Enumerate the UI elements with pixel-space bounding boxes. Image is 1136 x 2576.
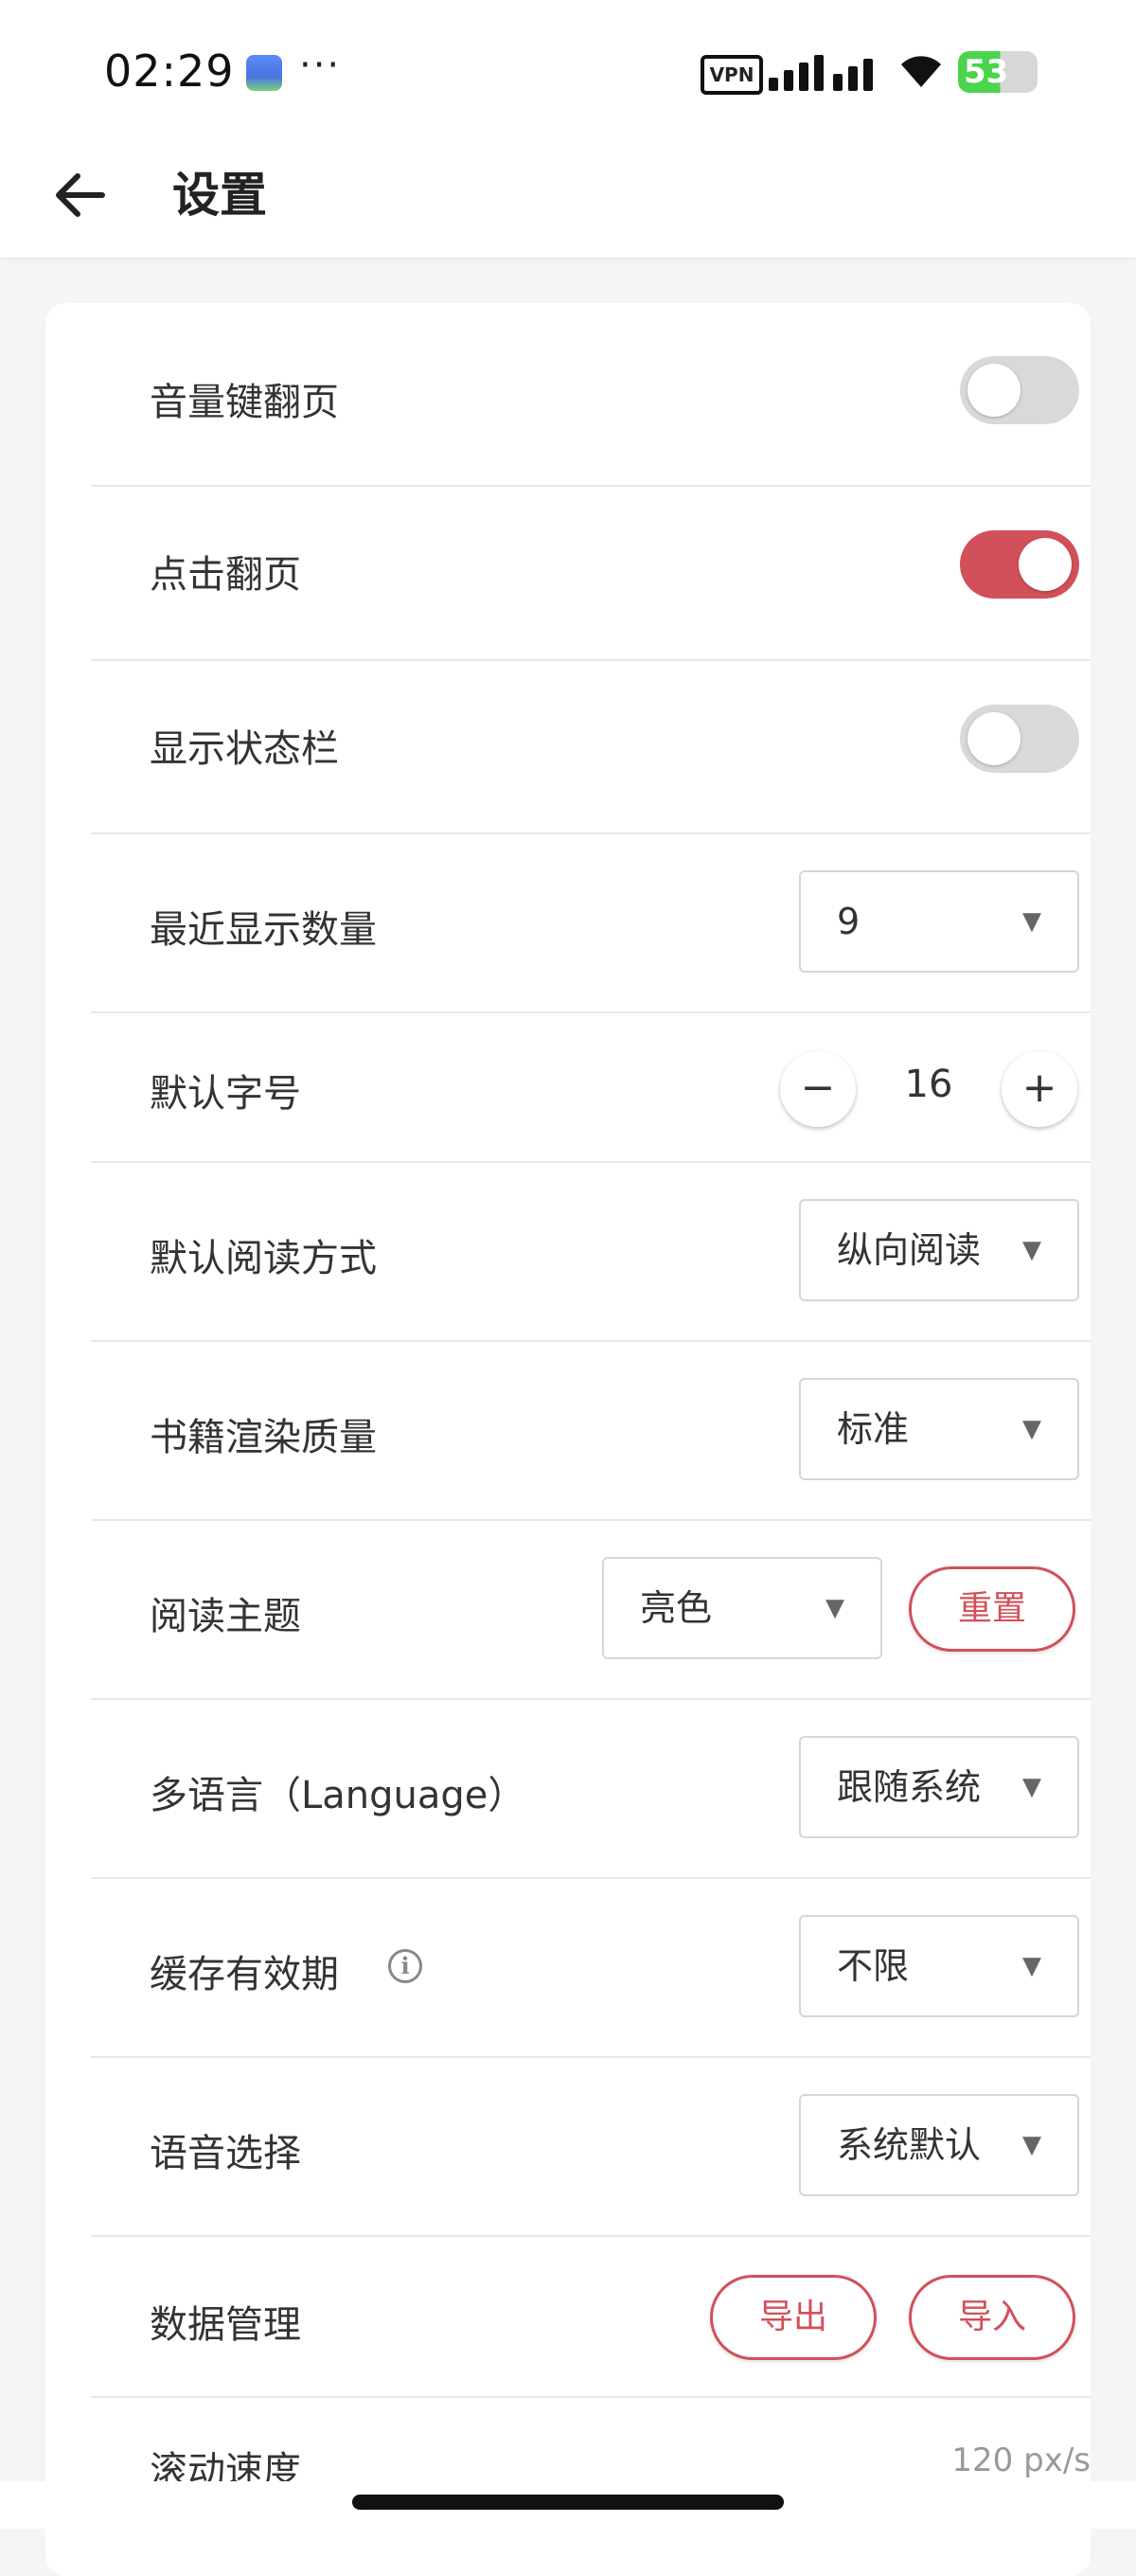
info-icon[interactable]: i [388, 1949, 422, 1983]
setting-row-data-management: 数据管理 导出 导入 [91, 2237, 1091, 2398]
triangle-down-icon: ▼ [825, 1594, 844, 1622]
font-size-value: 16 [904, 1063, 953, 1106]
setting-label: 默认阅读方式 [150, 1237, 377, 1280]
setting-label: 缓存有效期 [150, 1953, 339, 1996]
setting-row-cache-validity: 缓存有效期 i 不限 ▼ [91, 1879, 1091, 2058]
import-button[interactable]: 导入 [909, 2275, 1075, 2360]
setting-label: 阅读主题 [150, 1595, 301, 1638]
setting-row-status-bar: 显示状态栏 [91, 661, 1091, 834]
arrow-left-icon[interactable] [47, 161, 115, 229]
volume-key-toggle[interactable] [960, 356, 1079, 424]
triangle-down-icon: ▼ [1022, 1773, 1041, 1801]
decrease-font-button[interactable]: − [780, 1051, 856, 1127]
setting-label: 显示状态栏 [150, 727, 339, 771]
scroll-speed-value: 120 px/s [951, 2442, 1091, 2479]
cache-validity-select[interactable]: 不限 ▼ [799, 1915, 1079, 2017]
select-value: 9 [837, 901, 861, 942]
setting-row-reading-mode: 默认阅读方式 纵向阅读 ▼ [91, 1163, 1091, 1342]
reading-mode-select[interactable]: 纵向阅读 ▼ [799, 1199, 1079, 1301]
toggle-knob [967, 712, 1021, 765]
select-value: 亮色 [640, 1587, 713, 1629]
select-value: 标准 [837, 1408, 910, 1450]
status-bar-toggle[interactable] [960, 705, 1079, 773]
reset-theme-button[interactable]: 重置 [909, 1566, 1075, 1652]
triangle-down-icon: ▼ [1022, 1236, 1041, 1264]
setting-label: 多语言（Language） [150, 1774, 526, 1817]
status-bar: 02:29 ··· VPN 53 [0, 0, 1136, 142]
triangle-down-icon: ▼ [1022, 1952, 1041, 1980]
increase-font-button[interactable]: + [1002, 1051, 1077, 1127]
setting-row-language: 多语言（Language） 跟随系统 ▼ [91, 1700, 1091, 1879]
home-indicator[interactable] [352, 2495, 784, 2510]
triangle-down-icon: ▼ [1022, 2131, 1041, 2159]
setting-row-recent-count: 最近显示数量 9 ▼ [91, 834, 1091, 1013]
select-value: 纵向阅读 [837, 1229, 982, 1271]
setting-label: 默认字号 [150, 1072, 301, 1116]
select-value: 系统默认 [837, 2124, 982, 2166]
setting-label: 最近显示数量 [150, 908, 377, 952]
setting-row-volume-key: 音量键翻页 [91, 303, 1091, 487]
wifi-icon [901, 56, 941, 87]
setting-label: 数据管理 [150, 2303, 301, 2347]
select-value: 不限 [837, 1945, 910, 1987]
setting-row-reading-theme: 阅读主题 亮色 ▼ 重置 [91, 1521, 1091, 1700]
toggle-knob [1019, 538, 1072, 591]
vpn-icon: VPN [701, 55, 763, 95]
render-quality-select[interactable]: 标准 ▼ [799, 1378, 1079, 1480]
toggle-knob [967, 364, 1021, 417]
signal-icon [769, 49, 882, 91]
setting-row-font-size: 默认字号 − 16 + [91, 1013, 1091, 1163]
select-value: 跟随系统 [837, 1766, 982, 1808]
settings-card: 音量键翻页 点击翻页 显示状态栏 最近显示数量 9 ▼ 默认字号 − 16 + … [45, 303, 1091, 2576]
app-bar: 设置 [0, 142, 1136, 258]
battery-icon: 53 [958, 51, 1038, 93]
export-button[interactable]: 导出 [710, 2275, 877, 2360]
triangle-down-icon: ▼ [1022, 1415, 1041, 1443]
language-select[interactable]: 跟随系统 ▼ [799, 1736, 1079, 1838]
voice-select[interactable]: 系统默认 ▼ [799, 2094, 1079, 2196]
status-time: 02:29 [104, 45, 235, 97]
more-notifications-icon: ··· [299, 44, 342, 87]
triangle-down-icon: ▼ [1022, 907, 1041, 936]
setting-row-voice: 语音选择 系统默认 ▼ [91, 2058, 1091, 2237]
recent-count-select[interactable]: 9 ▼ [799, 870, 1079, 973]
tap-turn-toggle[interactable] [960, 530, 1079, 599]
setting-label: 点击翻页 [150, 553, 301, 597]
page-title: 设置 [172, 168, 267, 223]
app-notification-icon [246, 55, 282, 91]
reading-theme-select[interactable]: 亮色 ▼ [602, 1557, 882, 1659]
setting-row-render-quality: 书籍渲染质量 标准 ▼ [91, 1342, 1091, 1521]
setting-label: 书籍渲染质量 [150, 1416, 377, 1459]
setting-row-tap-turn: 点击翻页 [91, 487, 1091, 661]
setting-label: 音量键翻页 [150, 381, 339, 424]
setting-label: 语音选择 [150, 2132, 301, 2175]
